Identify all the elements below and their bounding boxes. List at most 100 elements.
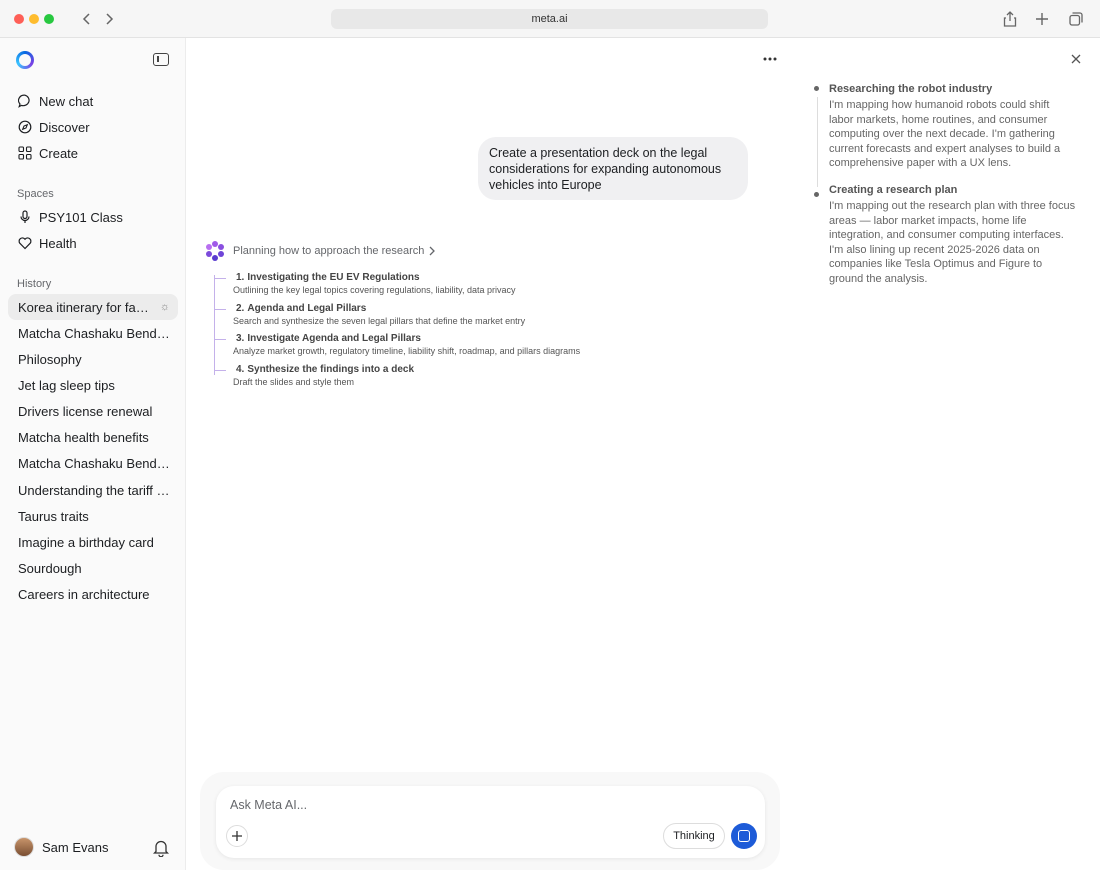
history-item-label: Understanding the tariff situation xyxy=(18,482,170,498)
timeline-dot xyxy=(814,86,819,91)
history-item[interactable]: Drivers license renewal xyxy=(8,398,178,424)
ellipsis-icon xyxy=(763,57,777,61)
history-item[interactable]: Understanding the tariff situation xyxy=(8,477,178,503)
meta-ai-flower-icon xyxy=(205,241,225,261)
history-item-label: Philosophy xyxy=(18,351,82,367)
step-title: Investigate Agenda and Legal Pillars xyxy=(247,333,421,344)
history-item[interactable]: Matcha Chashaku Bend Purpose xyxy=(8,450,178,476)
step-title: Agenda and Legal Pillars xyxy=(247,303,367,314)
nav-create[interactable]: Create xyxy=(8,140,178,166)
history-item[interactable]: Jet lag sleep tips xyxy=(8,372,178,398)
maximize-window-button[interactable] xyxy=(44,14,54,24)
forward-button[interactable] xyxy=(99,9,119,29)
back-button[interactable] xyxy=(77,9,97,29)
planning-toggle[interactable]: Planning how to approach the research xyxy=(205,241,436,261)
step-number: 4. xyxy=(236,364,245,375)
meta-ai-logo[interactable] xyxy=(16,51,34,69)
timeline-dot xyxy=(814,192,819,197)
chevron-left-icon xyxy=(82,13,90,25)
activity-body: I'm mapping out the research plan with t… xyxy=(829,200,1076,285)
space-label: PSY101 Class xyxy=(39,209,123,225)
step-number: 1. xyxy=(236,272,245,283)
history-item[interactable]: Matcha Chashaku Bend Purpose xyxy=(8,320,178,346)
history-item[interactable]: Sourdough xyxy=(8,555,178,581)
close-window-button[interactable] xyxy=(14,14,24,24)
attach-button[interactable] xyxy=(226,825,248,847)
chevron-right-icon xyxy=(106,13,114,25)
space-item-psy101[interactable]: PSY101 Class xyxy=(8,204,178,230)
step-number: 3. xyxy=(236,333,245,344)
history-item-label: Careers in architecture xyxy=(18,586,150,602)
nav-label: New chat xyxy=(39,93,94,109)
tabs-icon xyxy=(1069,12,1083,26)
history-item[interactable]: Taurus traits xyxy=(8,503,178,529)
thinking-toggle[interactable]: Thinking xyxy=(663,823,725,849)
composer: Thinking xyxy=(216,786,765,858)
nav-discover[interactable]: Discover xyxy=(8,114,178,140)
user-name: Sam Evans xyxy=(42,839,109,855)
step-number: 2. xyxy=(236,303,245,314)
tab-overview-button[interactable] xyxy=(1066,9,1086,29)
close-panel-button[interactable] xyxy=(1068,51,1084,67)
user-profile-button[interactable]: Sam Evans xyxy=(14,837,108,857)
history-item-label: Korea itinerary for family xyxy=(18,299,156,315)
avatar xyxy=(14,837,34,857)
grid-icon xyxy=(18,146,32,160)
history-item-label: Drivers license renewal xyxy=(18,403,153,419)
heart-icon xyxy=(18,236,32,250)
step-description: Outlining the key legal topics covering … xyxy=(233,285,516,295)
share-icon xyxy=(1003,11,1017,27)
activity-timeline-line xyxy=(817,97,818,187)
url-text: meta.ai xyxy=(531,13,568,25)
sidebar-toggle-icon[interactable] xyxy=(153,53,169,66)
spaces-heading: Spaces xyxy=(17,188,54,200)
user-message-bubble: Create a presentation deck on the legal … xyxy=(478,137,748,200)
history-item[interactable]: Imagine a birthday card xyxy=(8,529,178,555)
step-title: Investigating the EU EV Regulations xyxy=(247,272,420,283)
compass-icon xyxy=(18,120,32,134)
planning-label: Planning how to approach the research xyxy=(233,245,425,257)
sidebar: New chat Discover Create Spaces PSY101 C… xyxy=(0,38,186,870)
history-item-label: Matcha health benefits xyxy=(18,429,149,445)
steps-connector xyxy=(214,275,215,375)
step-description: Analyze market growth, regulatory timeli… xyxy=(233,346,581,356)
microphone-icon xyxy=(18,210,32,224)
step-title: Synthesize the findings into a deck xyxy=(247,364,415,375)
browser-toolbar: meta.ai xyxy=(0,0,1100,38)
close-icon xyxy=(1071,54,1081,64)
chat-bubble-icon xyxy=(18,94,32,108)
stop-button[interactable] xyxy=(731,823,757,849)
nav-label: Discover xyxy=(39,119,90,135)
history-item-label: Matcha Chashaku Bend Purpose xyxy=(18,455,170,471)
step-description: Search and synthesize the seven legal pi… xyxy=(233,316,526,326)
space-item-health[interactable]: Health xyxy=(8,230,178,256)
nav-label: Create xyxy=(39,145,79,161)
activity-body: I'm mapping how humanoid robots could sh… xyxy=(829,99,1061,169)
history-item-label: Imagine a birthday card xyxy=(18,534,154,550)
address-bar[interactable]: meta.ai xyxy=(331,9,768,29)
bell-icon[interactable] xyxy=(152,839,170,858)
history-item[interactable]: Careers in architecture xyxy=(8,581,178,607)
loading-icon: ☼ xyxy=(159,301,170,313)
history-item[interactable]: Korea itinerary for family ☼ xyxy=(8,294,178,320)
plus-icon xyxy=(232,831,242,841)
new-tab-button[interactable] xyxy=(1032,9,1052,29)
history-item[interactable]: Philosophy xyxy=(8,346,178,372)
space-label: Health xyxy=(39,235,77,251)
ask-input[interactable] xyxy=(230,796,630,814)
minimize-window-button[interactable] xyxy=(29,14,39,24)
history-item-label: Matcha Chashaku Bend Purpose xyxy=(18,325,170,341)
share-button[interactable] xyxy=(1000,9,1020,29)
history-item-label: Taurus traits xyxy=(18,508,89,524)
history-item[interactable]: Matcha health benefits xyxy=(8,424,178,450)
activity-title: Creating a research plan xyxy=(829,184,958,196)
history-heading: History xyxy=(17,278,52,290)
history-item-label: Jet lag sleep tips xyxy=(18,377,115,393)
activity-title: Researching the robot industry xyxy=(829,83,993,95)
chevron-right-icon xyxy=(429,246,436,256)
more-options-button[interactable] xyxy=(760,50,780,68)
history-item-label: Sourdough xyxy=(18,560,82,576)
nav-new-chat[interactable]: New chat xyxy=(8,88,178,114)
plus-icon xyxy=(1036,13,1048,25)
step-description: Draft the slides and style them xyxy=(233,377,355,387)
